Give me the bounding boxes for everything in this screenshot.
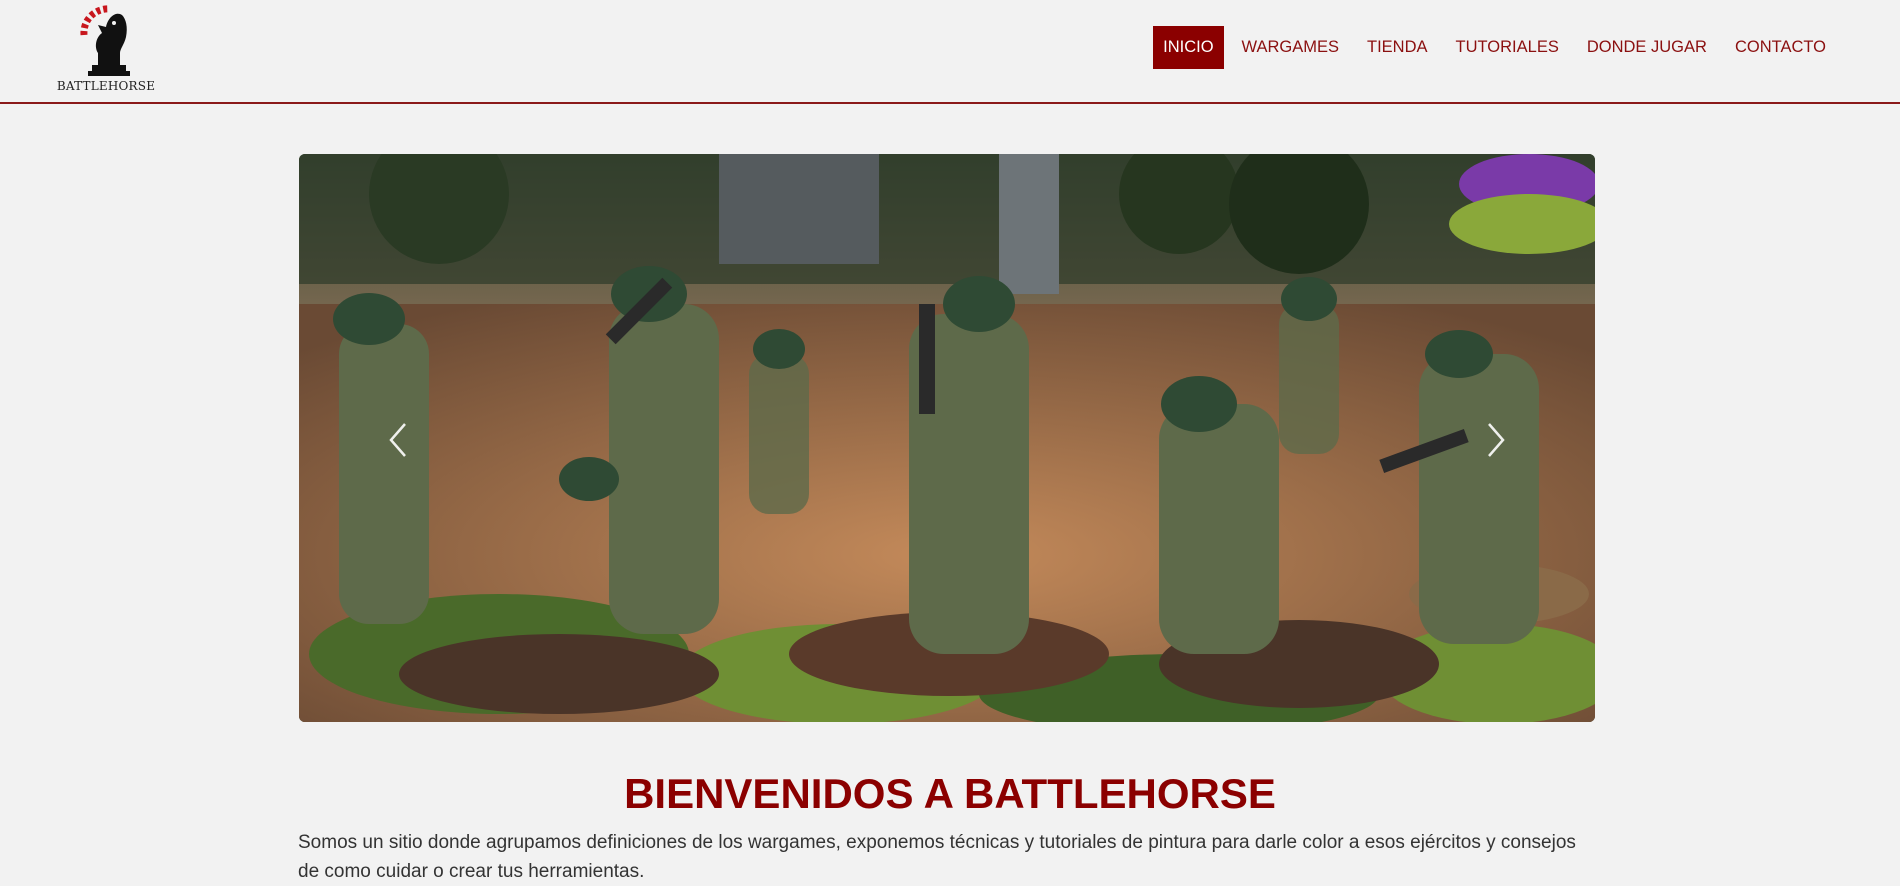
chevron-left-icon [389,423,406,457]
nav-item-tutoriales[interactable]: TUTORIALES [1446,26,1569,69]
nav-item-donde-jugar[interactable]: DONDE JUGAR [1577,26,1717,69]
logo-text: BATTLEHORSE [56,79,156,93]
carousel-next-button[interactable] [1475,410,1515,470]
nav-item-contacto[interactable]: CONTACTO [1725,26,1836,69]
page-title: BIENVENIDOS A BATTLEHORSE [624,770,1276,817]
nav-item-inicio[interactable]: INICIO [1153,26,1224,69]
miniature-soldiers-photo [299,154,1595,722]
site-logo[interactable]: BATTLEHORSE [56,3,156,93]
hero-carousel[interactable] [299,154,1595,722]
knight-chess-piece-icon [80,5,130,76]
site-header: BATTLEHORSE INICIO WARGAMES TIENDA TUTOR… [0,0,1900,104]
nav-item-tienda[interactable]: TIENDA [1357,26,1438,69]
main-nav: INICIO WARGAMES TIENDA TUTORIALES DONDE … [1153,26,1836,69]
chevron-right-icon [1488,423,1505,457]
carousel-prev-button[interactable] [379,410,419,470]
nav-item-wargames[interactable]: WARGAMES [1232,26,1349,69]
intro-paragraph: Somos un sitio donde agrupamos definicio… [298,832,1576,882]
